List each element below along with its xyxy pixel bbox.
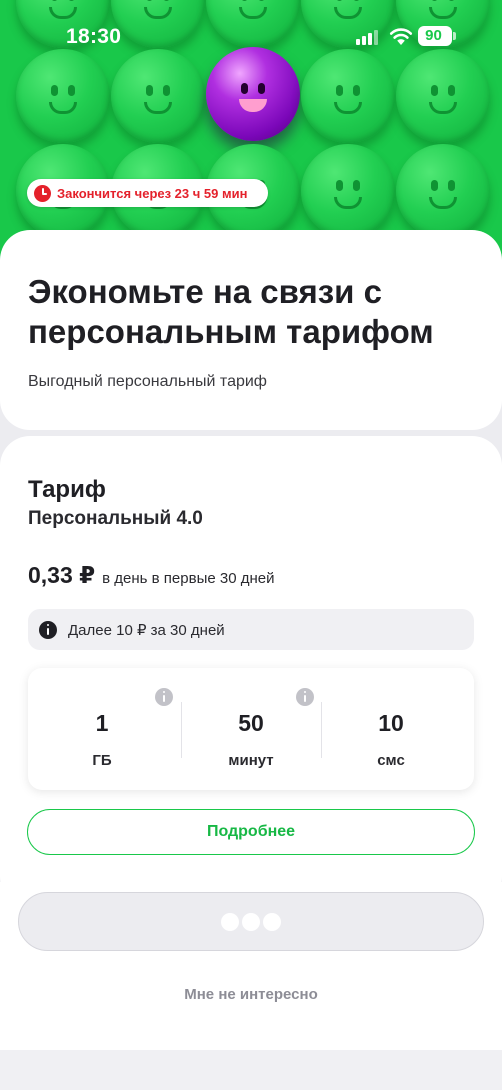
stat-unit: смс [377,752,405,769]
minutes-info-icon[interactable] [296,688,314,706]
battery-percent: 90 [425,27,442,44]
smiley-eye [258,83,265,94]
status-time: 18:30 [66,25,122,48]
stat-value: 50 [238,710,264,736]
smiley-eye [241,83,248,94]
price-value: 0,33 ₽ [28,562,96,588]
signal-bars-icon [356,29,382,45]
smiley-eye [353,180,360,191]
smiley-eye [431,85,438,96]
details-button[interactable]: Подробнее [27,809,475,855]
loading-dot-icon [242,912,260,931]
loading-dot-icon [221,912,239,931]
timer-text: Закончится через 23 ч 59 мин [57,185,248,201]
smiley-icon [396,144,490,238]
stat-value: 1 [95,710,109,736]
page-subtitle: Выгодный персональный тариф [28,373,267,390]
smiley-eye [448,85,455,96]
price-info-row: Далее 10 ₽ за 30 дней [28,609,474,650]
data-info-icon[interactable] [155,688,173,706]
smiley-eye [163,85,170,96]
battery-icon: 90 [418,26,452,46]
status-bar: 18:30 90 [0,0,502,70]
smiley-mouth [239,99,267,112]
home-indicator-area [0,1050,502,1090]
smiley-eye [336,85,343,96]
tariff-card: Тариф Персональный 4.0 0,33 ₽ в день в п… [0,436,502,906]
info-icon [39,620,57,639]
price-note: в день в первые 30 дней [102,570,275,587]
smiley-eye [336,180,343,191]
connect-button-loading[interactable] [18,892,484,951]
wifi-icon [389,28,413,45]
price-info-text: Далее 10 ₽ за 30 дней [68,621,225,639]
loading-dot-icon [263,912,281,931]
smiley-mouth [334,197,362,209]
tariff-stats: 1 ГБ 50 минут 10 смс [28,668,474,790]
smiley-eye [431,180,438,191]
stat-minutes: 50 минут [177,668,325,790]
smiley-mouth [49,102,77,114]
hero-banner: 18:30 90 Закончится через 23 ч 59 мин [0,0,502,262]
smiley-eye [68,85,75,96]
stat-unit: минут [228,752,274,769]
offer-headline-card: Экономьте на связи с персональным тарифо… [0,230,502,430]
smiley-eye [448,180,455,191]
smiley-eye [353,85,360,96]
smiley-icon [301,144,395,238]
price-row: 0,33 ₽ в день в первые 30 дней [28,562,274,589]
smiley-mouth [334,102,362,114]
stat-value: 10 [378,710,404,736]
stat-sms: 10 смс [317,668,465,790]
battery-nub [453,32,456,40]
clock-icon [34,184,51,202]
smiley-eye [146,85,153,96]
offer-timer-badge: Закончится через 23 ч 59 мин [27,179,268,207]
smiley-eye [51,85,58,96]
bottom-actions: Мне не интересно [0,882,502,1050]
tariff-name: Персональный 4.0 [28,508,203,529]
smiley-mouth [429,197,457,209]
stat-unit: ГБ [92,752,112,769]
smiley-mouth [429,102,457,114]
tariff-heading: Тариф [28,476,106,503]
page-title: Экономьте на связи с персональным тарифо… [28,273,434,350]
stat-data: 1 ГБ [28,668,176,790]
smiley-mouth [144,102,172,114]
not-interested-link[interactable]: Мне не интересно [0,986,502,1003]
